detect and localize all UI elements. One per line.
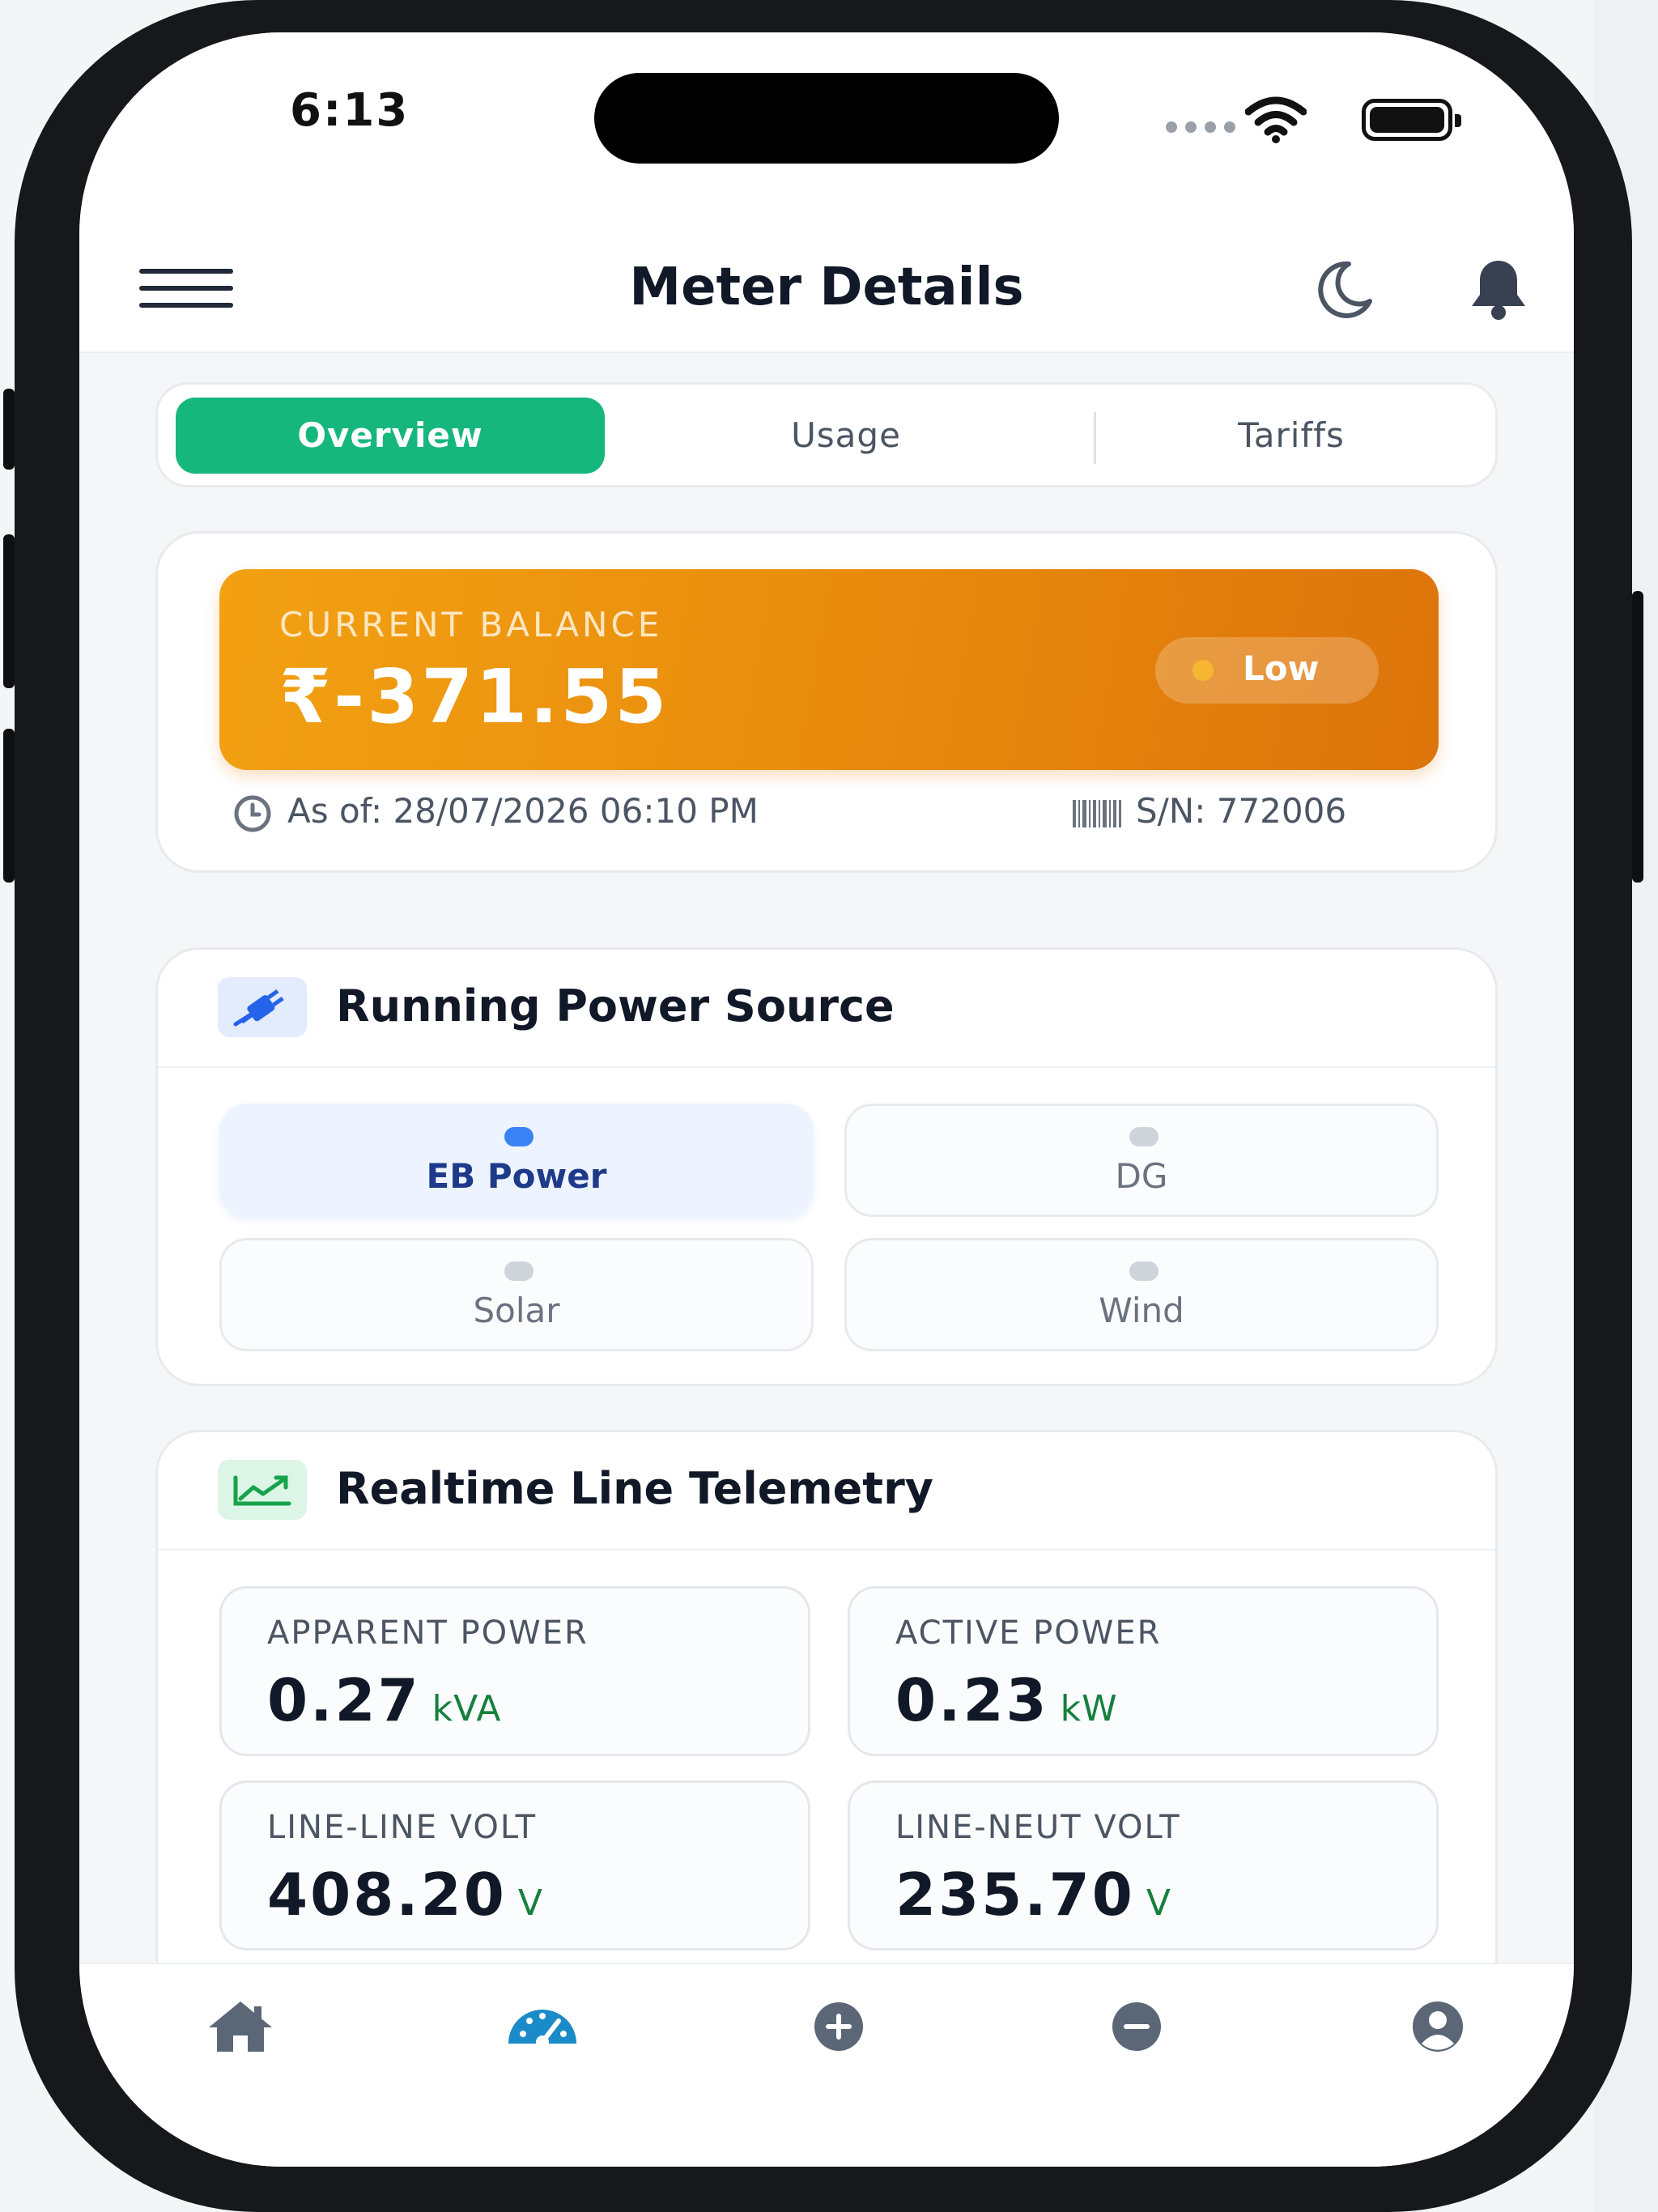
source-wind[interactable]: Wind [844, 1238, 1439, 1351]
tab-tariffs[interactable]: Tariffs [1105, 398, 1477, 474]
barcode-icon [1073, 799, 1121, 827]
clock-icon [234, 795, 271, 832]
phone-screen: 6:13 Meter Details Overview Usage Tariff… [79, 32, 1574, 2167]
metric-value-row: 408.20 V [267, 1861, 543, 1929]
metric-unit: V [1146, 1882, 1171, 1924]
balance-amount: ₹-371.55 [279, 653, 670, 740]
serial-text: S/N: 772006 [1136, 791, 1347, 831]
power-source-header: Running Power Source [158, 950, 1495, 1068]
moon-icon[interactable] [1310, 259, 1375, 321]
power-source-title: Running Power Source [336, 981, 895, 1032]
source-indicator-dot [1129, 1261, 1158, 1281]
status-time: 6:13 [290, 84, 410, 137]
plug-icon [218, 977, 307, 1037]
metric-value-row: 0.27 kVA [267, 1666, 502, 1734]
source-indicator-dot [1129, 1127, 1158, 1146]
balance-timestamp: As of: 28/07/2026 06:10 PM [232, 791, 759, 834]
tab-divider [1094, 412, 1096, 464]
source-indicator-dot [504, 1127, 534, 1146]
segmented-tabs: Overview Usage Tariffs [155, 382, 1498, 487]
metric-line-line-volt: LINE-LINE VOLT 408.20 V [219, 1780, 810, 1950]
serial-number: S/N: 772006 [1073, 791, 1346, 831]
volume-up-button [3, 534, 15, 688]
plus-circle-icon[interactable] [808, 1998, 869, 2055]
metric-unit: kW [1060, 1688, 1118, 1729]
source-indicator-dot [504, 1261, 534, 1281]
balance-banner: CURRENT BALANCE ₹-371.55 Low [219, 569, 1439, 770]
chart-line-icon [218, 1460, 307, 1520]
dynamic-island [594, 73, 1059, 164]
power-source-card: Running Power Source EB Power DG Solar W… [155, 947, 1498, 1386]
balance-label: CURRENT BALANCE [279, 605, 663, 644]
source-eb-power[interactable]: EB Power [219, 1104, 814, 1217]
metric-active-power: ACTIVE POWER 0.23 kW [848, 1586, 1439, 1756]
cellular-signal-icon [1166, 121, 1235, 133]
user-icon[interactable] [1407, 1998, 1469, 2055]
as-of-text: As of: 28/07/2026 06:10 PM [287, 791, 759, 831]
balance-card: CURRENT BALANCE ₹-371.55 Low As of: 28/0… [155, 531, 1498, 873]
status-dot-icon [1192, 660, 1214, 681]
app-header: Meter Details [79, 227, 1574, 353]
tab-usage[interactable]: Usage [627, 398, 1065, 474]
power-button [1632, 591, 1643, 883]
volume-down-button [3, 729, 15, 883]
source-label: Solar [473, 1291, 560, 1330]
metric-line-neut-volt: LINE-NEUT VOLT 235.70 V [848, 1780, 1439, 1950]
tab-overview[interactable]: Overview [176, 398, 605, 474]
source-solar[interactable]: Solar [219, 1238, 814, 1351]
status-bar: 6:13 [79, 32, 1574, 227]
battery-icon [1362, 99, 1461, 141]
side-button [3, 389, 15, 470]
telemetry-title: Realtime Line Telemetry [336, 1463, 933, 1514]
metric-value: 235.70 [895, 1861, 1135, 1929]
phone-frame: 6:13 Meter Details Overview Usage Tariff… [3, 0, 1643, 2212]
metric-value: 0.23 [895, 1666, 1049, 1734]
metric-label: LINE-NEUT VOLT [895, 1809, 1181, 1846]
telemetry-header: Realtime Line Telemetry [158, 1432, 1495, 1551]
metric-apparent-power: APPARENT POWER 0.27 kVA [219, 1586, 810, 1756]
metric-unit: kVA [432, 1688, 502, 1729]
metric-value: 0.27 [267, 1666, 421, 1734]
status-badge-label: Low [1243, 649, 1320, 688]
metric-label: APPARENT POWER [267, 1614, 589, 1652]
source-label: EB Power [426, 1156, 607, 1196]
metric-unit: V [517, 1882, 543, 1924]
bell-icon[interactable] [1464, 257, 1533, 322]
minus-circle-icon[interactable] [1106, 1998, 1167, 2055]
metric-label: ACTIVE POWER [895, 1614, 1162, 1652]
wifi-icon [1245, 96, 1307, 143]
home-icon[interactable] [204, 1998, 277, 2055]
metric-value-row: 235.70 V [895, 1861, 1171, 1929]
source-label: Wind [1099, 1291, 1184, 1330]
bottom-nav [79, 1963, 1574, 2167]
metric-value-row: 0.23 kW [895, 1666, 1118, 1734]
metric-value: 408.20 [267, 1861, 507, 1929]
source-label: DG [1115, 1156, 1168, 1196]
metric-label: LINE-LINE VOLT [267, 1809, 538, 1846]
status-badge: Low [1155, 637, 1379, 704]
dashboard-gauge-icon[interactable] [504, 1998, 581, 2055]
source-dg[interactable]: DG [844, 1104, 1439, 1217]
